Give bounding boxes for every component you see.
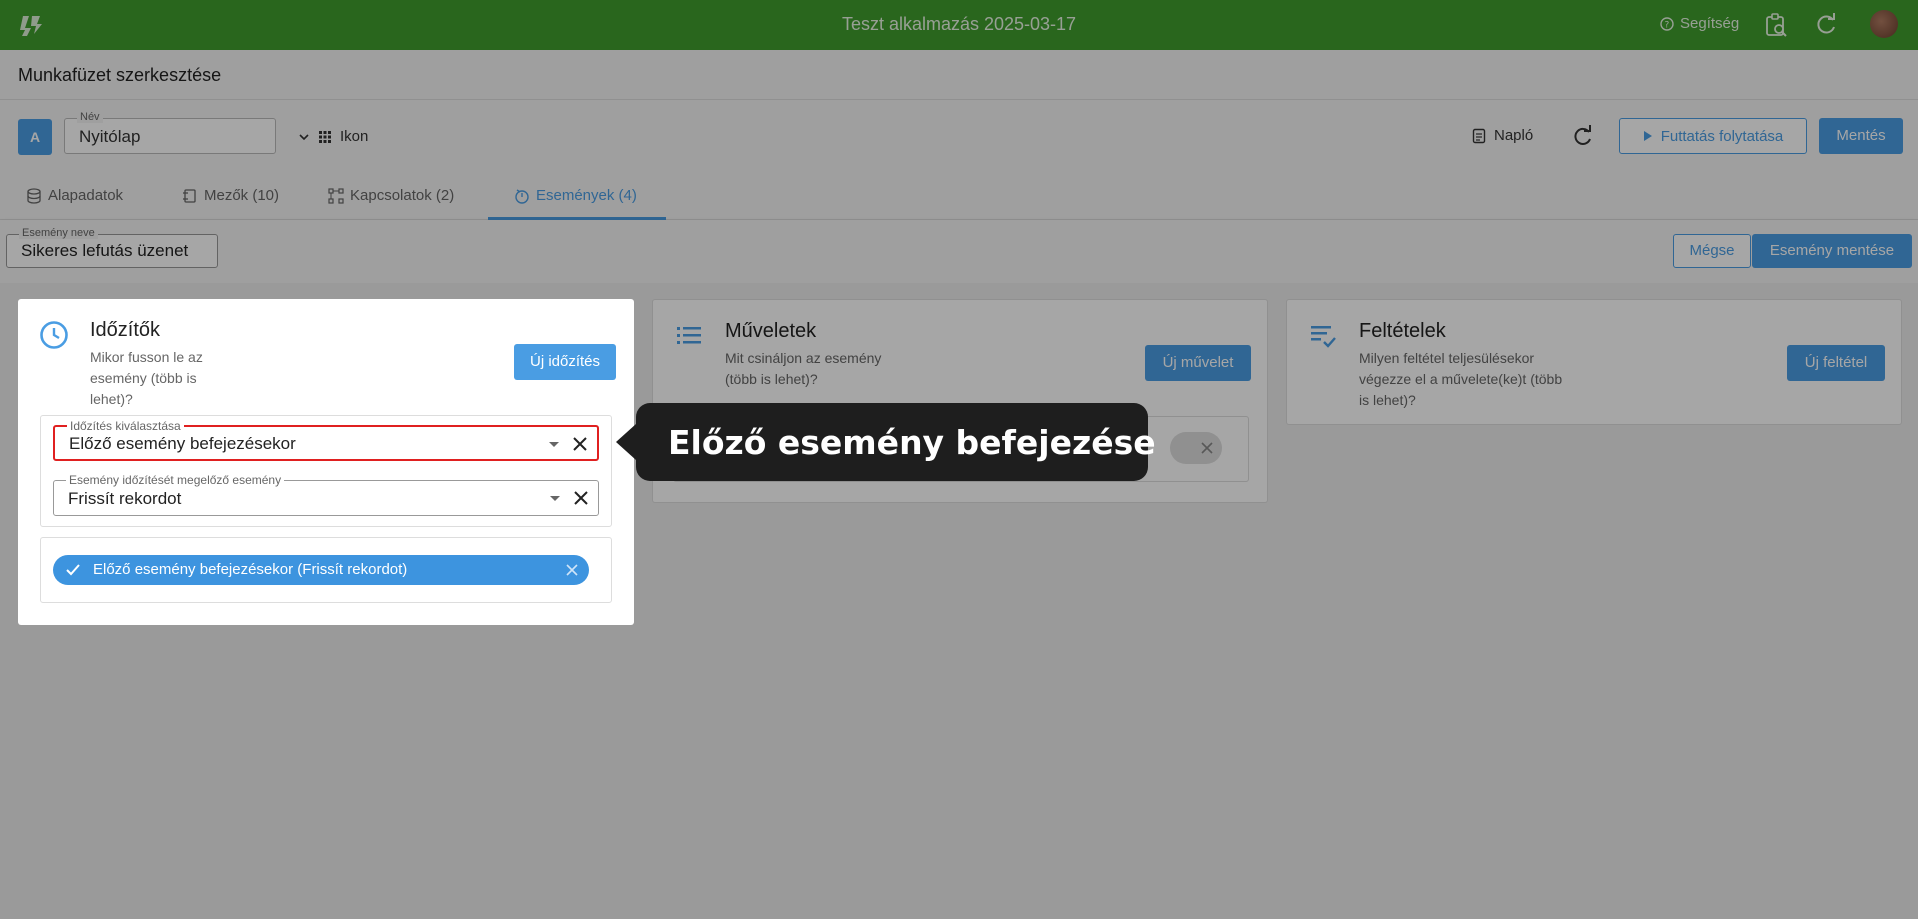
timer-type-label: Időzítés kiválasztása — [67, 419, 184, 433]
preceding-event-value: Frissít rekordot — [68, 489, 182, 508]
log-label: Napló — [1494, 127, 1534, 144]
save-button[interactable]: Mentés — [1819, 118, 1903, 154]
tab-events-label: Események (4) — [536, 187, 637, 204]
event-name-field[interactable]: Esemény neve Sikeres lefutás üzenet — [6, 227, 218, 268]
tab-bar: Alapadatok Mezők (10) Kapcsolatok (2) Es… — [0, 175, 1918, 220]
new-action-button[interactable]: Új művelet — [1145, 345, 1251, 381]
timer-type-select[interactable]: Időzítés kiválasztása Előző esemény befe… — [53, 419, 599, 461]
timer-selection-box: Időzítés kiválasztása Előző esemény befe… — [40, 415, 612, 527]
play-icon — [1643, 131, 1652, 141]
conditions-description: Milyen feltétel teljesülésekor végezze e… — [1359, 350, 1563, 408]
list-icon — [677, 327, 701, 344]
clock-icon — [40, 321, 68, 349]
new-timer-button[interactable]: Új időzítés — [514, 344, 616, 380]
reload-icon[interactable] — [1813, 12, 1839, 38]
events-icon — [515, 188, 529, 204]
save-event-button[interactable]: Esemény mentése — [1752, 234, 1912, 268]
preceding-event-label: Esemény időzítését megelőző esemény — [66, 473, 285, 487]
dropdown-caret-icon[interactable] — [549, 442, 559, 447]
clear-icon[interactable] — [571, 435, 589, 453]
event-name-label: Esemény neve — [19, 227, 98, 239]
cancel-button[interactable]: Mégse — [1673, 234, 1751, 268]
top-app-bar: Teszt alkalmazás 2025-03-17 ? Segítség — [0, 0, 1918, 50]
workbook-badge[interactable]: A — [18, 119, 52, 155]
tooltip-arrow — [616, 424, 636, 460]
log-button[interactable]: Napló — [1472, 127, 1533, 144]
continue-run-button[interactable]: Futtatás folytatása — [1619, 118, 1807, 154]
conditions-card: Feltételek Milyen feltétel teljesüléseko… — [1286, 299, 1902, 425]
clear-icon[interactable] — [572, 489, 590, 507]
name-field[interactable]: Név Nyitólap — [64, 111, 276, 154]
event-name-bar: Esemény neve Sikeres lefutás üzenet Mégs… — [0, 220, 1918, 283]
event-name-value: Sikeres lefutás üzenet — [21, 241, 189, 260]
tab-fields[interactable]: Mezők (10) — [182, 187, 279, 204]
check-icon — [66, 564, 80, 576]
timer-chip[interactable]: Előző esemény befejezésekor (Frissít rek… — [53, 555, 589, 585]
app-title: Teszt alkalmazás 2025-03-17 — [841, 14, 1077, 34]
action-chip[interactable] — [1170, 432, 1222, 464]
timers-title: Időzítők — [90, 319, 161, 341]
name-field-label: Név — [77, 111, 103, 123]
page-header: Munkafüzet szerkesztése — [0, 50, 1918, 100]
timer-type-value: Előző esemény befejezésekor — [69, 434, 296, 453]
chevron-down-icon — [299, 133, 309, 140]
grid-icon — [319, 130, 331, 143]
name-field-value: Nyitólap — [79, 127, 141, 146]
close-icon[interactable] — [1200, 441, 1214, 455]
filter-list-check-icon — [1311, 326, 1336, 348]
relations-icon — [328, 187, 344, 204]
svg-text:?: ? — [1665, 20, 1670, 30]
icon-selector-label: Ikon — [340, 128, 369, 145]
database-icon — [27, 187, 41, 204]
icon-selector[interactable]: Ikon — [298, 128, 368, 145]
timers-card: Időzítők Mikor fusson le az esemény (töb… — [18, 299, 634, 625]
user-avatar[interactable] — [1870, 10, 1898, 38]
continue-run-label: Futtatás folytatása — [1660, 127, 1784, 145]
tab-basic-data[interactable]: Alapadatok — [26, 187, 123, 204]
tab-fields-label: Mezők (10) — [204, 187, 280, 204]
dropdown-caret-icon[interactable] — [550, 496, 560, 501]
timer-chip-label: Előző esemény befejezésekor (Frissít rek… — [93, 561, 408, 578]
new-condition-button[interactable]: Új feltétel — [1787, 345, 1885, 381]
tab-relations[interactable]: Kapcsolatok (2) — [328, 187, 454, 204]
help-icon: ? — [1660, 16, 1674, 31]
refresh-icon[interactable] — [1570, 124, 1596, 150]
actions-title: Műveletek — [725, 320, 817, 342]
conditions-title: Feltételek — [1359, 320, 1446, 342]
help-link[interactable]: ? Segítség — [1660, 15, 1739, 32]
tooltip-text: Előző esemény befejezése — [668, 423, 1156, 462]
timers-description: Mikor fusson le az esemény (több is lehe… — [90, 349, 203, 407]
tab-relations-label: Kapcsolatok (2) — [350, 187, 455, 204]
remove-chip-icon[interactable] — [565, 563, 579, 577]
preceding-event-select[interactable]: Esemény időzítését megelőző esemény Fris… — [53, 473, 599, 516]
help-label: Segítség — [1680, 15, 1740, 32]
tab-basic-data-label: Alapadatok — [48, 187, 124, 204]
log-icon — [1472, 128, 1486, 143]
timer-chips-box: Előző esemény befejezésekor (Frissít rek… — [40, 537, 612, 603]
clipboard-search-icon[interactable] — [1763, 12, 1789, 38]
actions-description: Mit csináljon az esemény (több is lehet)… — [725, 350, 882, 387]
tab-events[interactable]: Események (4) — [514, 187, 637, 204]
page-title: Munkafüzet szerkesztése — [18, 65, 222, 85]
workbook-toolbar: A Név Nyitólap Ikon Napló Futtatás folyt… — [0, 100, 1918, 175]
fields-icon — [183, 188, 196, 203]
tutorial-tooltip: Előző esemény befejezése — [616, 403, 1156, 481]
